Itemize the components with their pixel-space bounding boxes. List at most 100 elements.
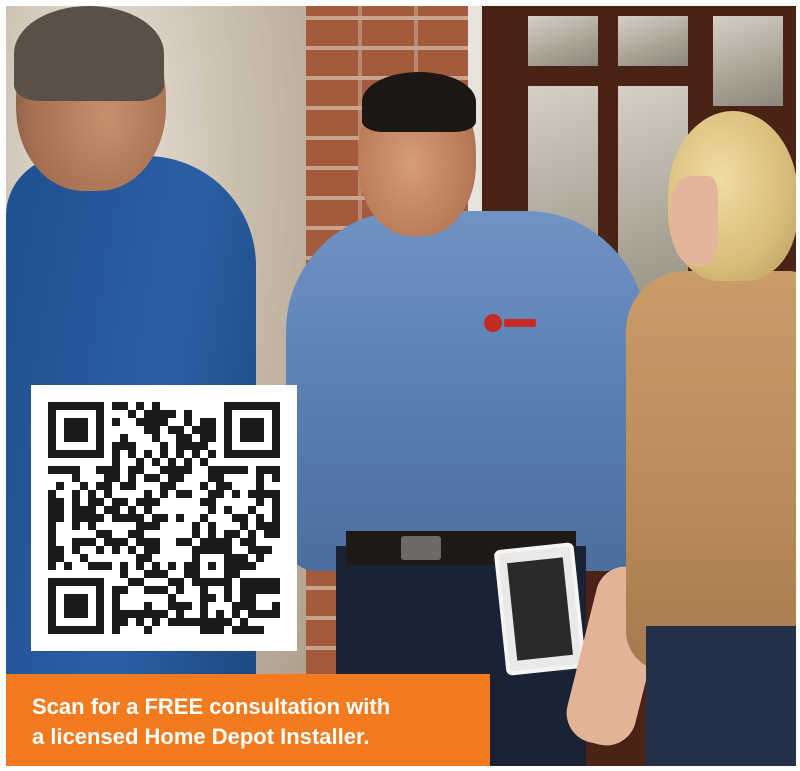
qr-data-module (48, 466, 56, 474)
qr-data-module (208, 498, 216, 506)
qr-data-module (88, 498, 96, 506)
qr-data-module (72, 474, 80, 482)
qr-data-module (160, 490, 168, 498)
shirt-logo-icon (484, 314, 502, 332)
qr-alignment-inner (208, 562, 216, 570)
qr-data-module (240, 562, 248, 570)
qr-data-module (128, 474, 136, 482)
qr-data-module (216, 618, 224, 626)
qr-data-module (112, 594, 120, 602)
qr-data-module (168, 594, 176, 602)
qr-data-module (240, 594, 248, 602)
qr-data-module (128, 530, 136, 538)
qr-data-module (192, 522, 200, 530)
qr-data-module (168, 458, 176, 466)
qr-data-module (136, 530, 144, 538)
qr-data-module (248, 546, 256, 554)
qr-data-module (72, 506, 80, 514)
qr-data-module (144, 610, 152, 618)
qr-data-module (264, 522, 272, 530)
qr-timing-module (96, 514, 104, 522)
qr-data-module (272, 578, 280, 586)
qr-data-module (120, 442, 128, 450)
qr-data-module (208, 538, 216, 546)
qr-code-panel[interactable] (31, 385, 297, 651)
qr-data-module (56, 498, 64, 506)
qr-data-module (48, 530, 56, 538)
qr-data-module (176, 602, 184, 610)
qr-data-module (72, 546, 80, 554)
qr-timing-module (208, 450, 216, 458)
qr-data-module (160, 610, 168, 618)
qr-data-module (136, 418, 144, 426)
door-pane (713, 16, 783, 106)
qr-data-module (72, 498, 80, 506)
qr-data-module (256, 554, 264, 562)
qr-data-module (48, 506, 56, 514)
cta-banner: Scan for a FREE consultation with a lice… (6, 674, 490, 766)
qr-data-module (232, 570, 240, 578)
qr-data-module (264, 490, 272, 498)
qr-data-module (240, 626, 248, 634)
qr-timing-module (176, 450, 184, 458)
cta-text-line-1: Scan for a FREE consultation with (32, 694, 391, 719)
qr-data-module (56, 554, 64, 562)
qr-data-module (120, 610, 128, 618)
qr-data-module (248, 506, 256, 514)
tablet-screen (507, 557, 573, 661)
door-pane (618, 16, 688, 66)
qr-data-module (128, 578, 136, 586)
qr-data-module (200, 602, 208, 610)
qr-data-module (144, 546, 152, 554)
qr-data-module (184, 538, 192, 546)
qr-data-module (112, 474, 120, 482)
qr-data-module (240, 522, 248, 530)
qr-data-module (264, 466, 272, 474)
qr-data-module (104, 530, 112, 538)
qr-data-module (200, 626, 208, 634)
qr-timing-module (96, 466, 104, 474)
qr-data-module (160, 418, 168, 426)
qr-data-module (168, 562, 176, 570)
qr-data-module (152, 458, 160, 466)
qr-data-module (256, 490, 264, 498)
belt-buckle (401, 536, 441, 560)
qr-data-module (56, 482, 64, 490)
qr-data-module (152, 474, 160, 482)
qr-data-module (152, 410, 160, 418)
qr-data-module (120, 514, 128, 522)
qr-data-module (200, 618, 208, 626)
qr-data-module (160, 570, 168, 578)
qr-data-module (128, 610, 136, 618)
qr-data-module (224, 586, 232, 594)
qr-data-module (72, 490, 80, 498)
qr-code[interactable] (48, 402, 280, 634)
qr-data-module (184, 418, 192, 426)
qr-data-module (208, 626, 216, 634)
qr-data-module (208, 434, 216, 442)
qr-data-module (48, 554, 56, 562)
qr-data-module (272, 498, 280, 506)
qr-data-module (200, 426, 208, 434)
qr-finder-inner (64, 594, 88, 618)
qr-data-module (128, 546, 136, 554)
qr-data-module (248, 578, 256, 586)
qr-data-module (192, 618, 200, 626)
qr-data-module (136, 618, 144, 626)
qr-data-module (208, 466, 216, 474)
qr-data-module (152, 570, 160, 578)
qr-data-module (208, 618, 216, 626)
qr-data-module (176, 538, 184, 546)
qr-data-module (104, 538, 112, 546)
customer-woman-jeans (646, 626, 796, 766)
qr-data-module (184, 466, 192, 474)
qr-data-module (72, 466, 80, 474)
qr-data-module (200, 442, 208, 450)
qr-data-module (208, 506, 216, 514)
qr-data-module (184, 458, 192, 466)
door-pane (528, 16, 598, 66)
qr-data-module (256, 578, 264, 586)
qr-data-module (232, 602, 240, 610)
qr-timing-module (96, 562, 104, 570)
qr-data-module (104, 482, 112, 490)
